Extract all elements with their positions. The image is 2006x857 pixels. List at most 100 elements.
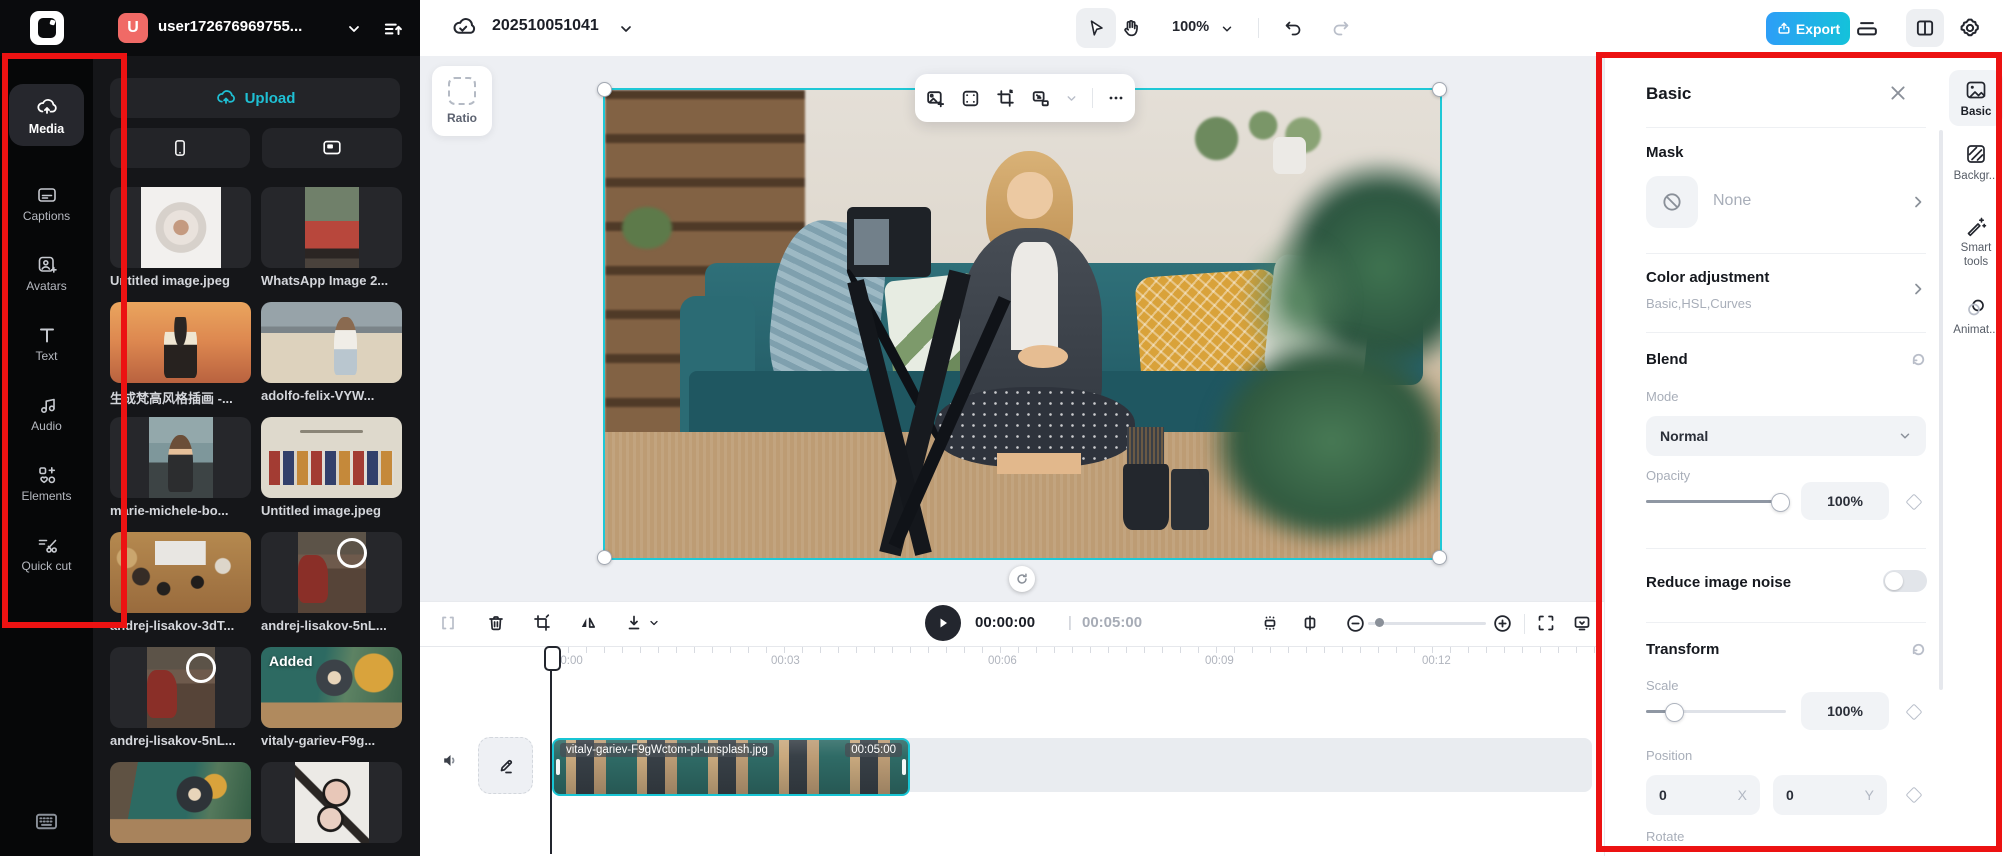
crop-icon[interactable]	[995, 88, 1016, 109]
upload-from-phone-button[interactable]	[110, 128, 250, 168]
sidebar-item-text[interactable]: Text	[0, 324, 93, 363]
clip-trim-handle-left[interactable]	[556, 759, 560, 775]
split-at-playhead-icon[interactable]	[1300, 613, 1320, 633]
mask-none-button[interactable]	[1646, 176, 1698, 228]
select-tool-button[interactable]	[1076, 8, 1116, 48]
media-item[interactable]: adolfo-felix-VYW...	[261, 302, 402, 417]
blend-mode-select[interactable]: Normal	[1646, 416, 1926, 456]
sort-list-icon[interactable]	[382, 18, 404, 40]
position-y-input[interactable]: 0 Y	[1773, 775, 1887, 815]
hand-tool-button[interactable]	[1120, 17, 1142, 39]
upload-button[interactable]: Upload	[110, 78, 400, 118]
frame-icon[interactable]	[960, 88, 981, 109]
split-clip-icon[interactable]	[438, 613, 458, 633]
rotate-handle[interactable]	[1009, 566, 1035, 592]
project-chevron-down-icon[interactable]	[618, 21, 634, 37]
snapping-icon[interactable]	[1260, 613, 1280, 633]
tab-background[interactable]: Backgr...	[1949, 142, 2003, 183]
media-item[interactable]	[261, 762, 402, 856]
toggle-panel-button[interactable]	[1906, 9, 1944, 47]
media-item[interactable]: andrej-lisakov-5nL...	[110, 647, 251, 762]
media-item[interactable]	[110, 762, 251, 856]
fullscreen-icon[interactable]	[1536, 613, 1556, 633]
panel-scrollbar[interactable]	[1939, 130, 1943, 690]
print-icon[interactable]	[1854, 16, 1880, 42]
app-logo[interactable]	[30, 11, 64, 45]
preview-display-icon[interactable]	[1572, 613, 1592, 633]
color-adjustment-chevron-icon[interactable]	[1910, 281, 1926, 297]
timeline-clip[interactable]: vitaly-gariev-F9gWctom-pl-unsplash.jpg 0…	[552, 738, 910, 796]
timeline-ruler[interactable]: 00:00 00:03 00:06 00:09 00:12	[420, 646, 1596, 675]
redo-button[interactable]	[1330, 17, 1352, 39]
timeline-zoom-slider-knob[interactable]	[1375, 618, 1384, 627]
sidebar-item-media[interactable]: Media	[9, 84, 84, 146]
download-icon[interactable]	[624, 613, 644, 633]
export-button[interactable]: Export	[1766, 12, 1850, 45]
opacity-value[interactable]: 100%	[1801, 482, 1889, 520]
cloud-save-icon[interactable]	[450, 15, 476, 41]
timeline-zoom-slider[interactable]	[1368, 622, 1486, 625]
download-chevron-icon[interactable]	[648, 617, 660, 629]
clip-trim-handle-right[interactable]	[902, 759, 906, 775]
more-options-icon[interactable]	[1107, 89, 1125, 107]
sidebar-item-audio[interactable]: Audio	[0, 394, 93, 433]
tab-animation[interactable]: Animat...	[1949, 296, 2003, 337]
color-adjustment-label[interactable]: Color adjustment	[1646, 269, 1769, 286]
resize-chevron-down-icon[interactable]	[1065, 92, 1078, 105]
media-item[interactable]: Untitled image.jpeg	[110, 187, 251, 302]
settings-gear-icon[interactable]	[1958, 16, 1982, 40]
sidebar-item-captions[interactable]: Captions	[0, 184, 93, 223]
track-mute-icon[interactable]	[440, 750, 461, 771]
transform-reset-icon[interactable]	[1910, 641, 1927, 658]
opacity-keyframe-icon[interactable]	[1906, 494, 1923, 511]
delete-icon[interactable]	[486, 613, 506, 633]
reduce-noise-toggle[interactable]	[1883, 570, 1927, 592]
media-item[interactable]: 生成梵高风格插画 -...	[110, 302, 251, 417]
scale-value[interactable]: 100%	[1801, 692, 1889, 730]
position-keyframe-icon[interactable]	[1906, 787, 1923, 804]
selection-handle-bottom-left[interactable]	[597, 550, 612, 565]
playhead-handle[interactable]	[544, 646, 561, 671]
crop-clip-icon[interactable]	[532, 613, 552, 633]
sidebar-item-quick-cut[interactable]: Quick cut	[0, 534, 93, 573]
opacity-slider[interactable]	[1646, 500, 1786, 503]
media-item[interactable]: Added vitaly-gariev-F9g...	[261, 647, 402, 762]
opacity-slider-knob[interactable]	[1771, 493, 1790, 512]
replace-image-icon[interactable]	[925, 88, 946, 109]
ratio-button[interactable]: Ratio	[432, 66, 492, 136]
sidebar-item-elements[interactable]: Elements	[0, 464, 93, 503]
media-item[interactable]: andrej-lisakov-5nL...	[261, 532, 402, 647]
zoom-chevron-down-icon[interactable]	[1220, 22, 1234, 36]
undo-button[interactable]	[1282, 17, 1304, 39]
scale-slider-knob[interactable]	[1665, 703, 1684, 722]
media-item[interactable]: andrej-lisakov-3dT...	[110, 532, 251, 647]
edit-cover-button[interactable]	[478, 737, 533, 794]
media-item[interactable]: marie-michele-bo...	[110, 417, 251, 532]
media-item[interactable]: Untitled image.jpeg	[261, 417, 402, 532]
zoom-level[interactable]: 100%	[1172, 19, 1209, 35]
media-item[interactable]: WhatsApp Image 2...	[261, 187, 402, 302]
playhead[interactable]	[550, 646, 552, 854]
sidebar-item-avatars[interactable]: Avatars	[0, 254, 93, 293]
play-button[interactable]	[925, 605, 961, 641]
resize-icon[interactable]	[1030, 88, 1051, 109]
mask-chevron-right-icon[interactable]	[1910, 194, 1926, 210]
scale-keyframe-icon[interactable]	[1906, 704, 1923, 721]
tab-smart-tools[interactable]: Smart tools	[1949, 214, 2003, 270]
video-preview[interactable]	[605, 90, 1440, 558]
keyboard-shortcuts-icon[interactable]	[33, 808, 60, 835]
project-name[interactable]: 202510051041	[492, 17, 599, 35]
selection-handle-top-right[interactable]	[1432, 82, 1447, 97]
timeline-zoom-in-icon[interactable]	[1492, 613, 1513, 634]
selection-handle-top-left[interactable]	[597, 82, 612, 97]
position-x-input[interactable]: 0 X	[1646, 775, 1760, 815]
tab-basic[interactable]: Basic	[1949, 70, 2003, 126]
mirror-flip-icon[interactable]	[578, 613, 598, 633]
screen-record-button[interactable]	[262, 128, 402, 168]
user-avatar[interactable]: U	[118, 13, 148, 43]
close-icon[interactable]	[1889, 84, 1907, 102]
username-chevron-down-icon[interactable]	[346, 21, 362, 37]
timeline-zoom-out-icon[interactable]	[1345, 613, 1366, 634]
selection-handle-bottom-right[interactable]	[1432, 550, 1447, 565]
blend-reset-icon[interactable]	[1910, 351, 1927, 368]
